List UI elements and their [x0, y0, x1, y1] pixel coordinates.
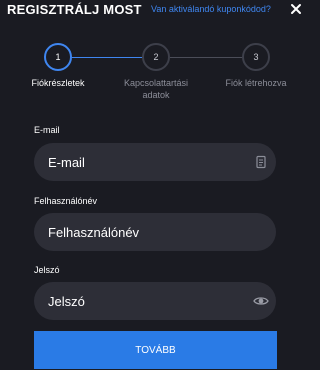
email-label: E-mail [34, 125, 60, 135]
step-connector-2 [170, 57, 242, 58]
password-label: Jelszó [34, 265, 60, 275]
step-3-number: 3 [253, 52, 259, 62]
next-button[interactable]: TOVÁBB [34, 331, 277, 369]
email-field-wrapper [34, 143, 276, 181]
page-title: REGISZTRÁLJ MOST [7, 2, 142, 17]
id-card-icon [256, 155, 266, 169]
step-2-number: 2 [153, 52, 159, 62]
email-field[interactable] [34, 143, 276, 181]
eye-icon[interactable] [253, 294, 269, 308]
step-1-label: Fiókrészletek [31, 78, 85, 88]
step-1-number: 1 [55, 52, 61, 62]
username-field[interactable] [34, 213, 276, 251]
step-3-circle: 3 [242, 43, 270, 71]
step-2-circle: 2 [142, 43, 170, 71]
step-1-circle: 1 [44, 43, 72, 71]
registration-stepper: 1 2 3 Fiókrészletek Kapcsolattartási ada… [0, 40, 308, 110]
header: REGISZTRÁLJ MOST Van aktiválandó kuponkó… [0, 0, 308, 24]
password-field-wrapper [34, 282, 276, 320]
step-connector-1 [72, 57, 142, 58]
username-field-wrapper [34, 213, 276, 251]
step-3-label: Fiók létrehozva [225, 78, 287, 88]
username-label: Felhasználónév [34, 196, 98, 206]
coupon-code-link[interactable]: Van aktiválandó kuponkódod? [151, 4, 271, 14]
password-field[interactable] [34, 282, 276, 320]
close-icon[interactable] [290, 3, 302, 15]
step-2-label: Kapcsolattartási adatok [123, 78, 189, 100]
